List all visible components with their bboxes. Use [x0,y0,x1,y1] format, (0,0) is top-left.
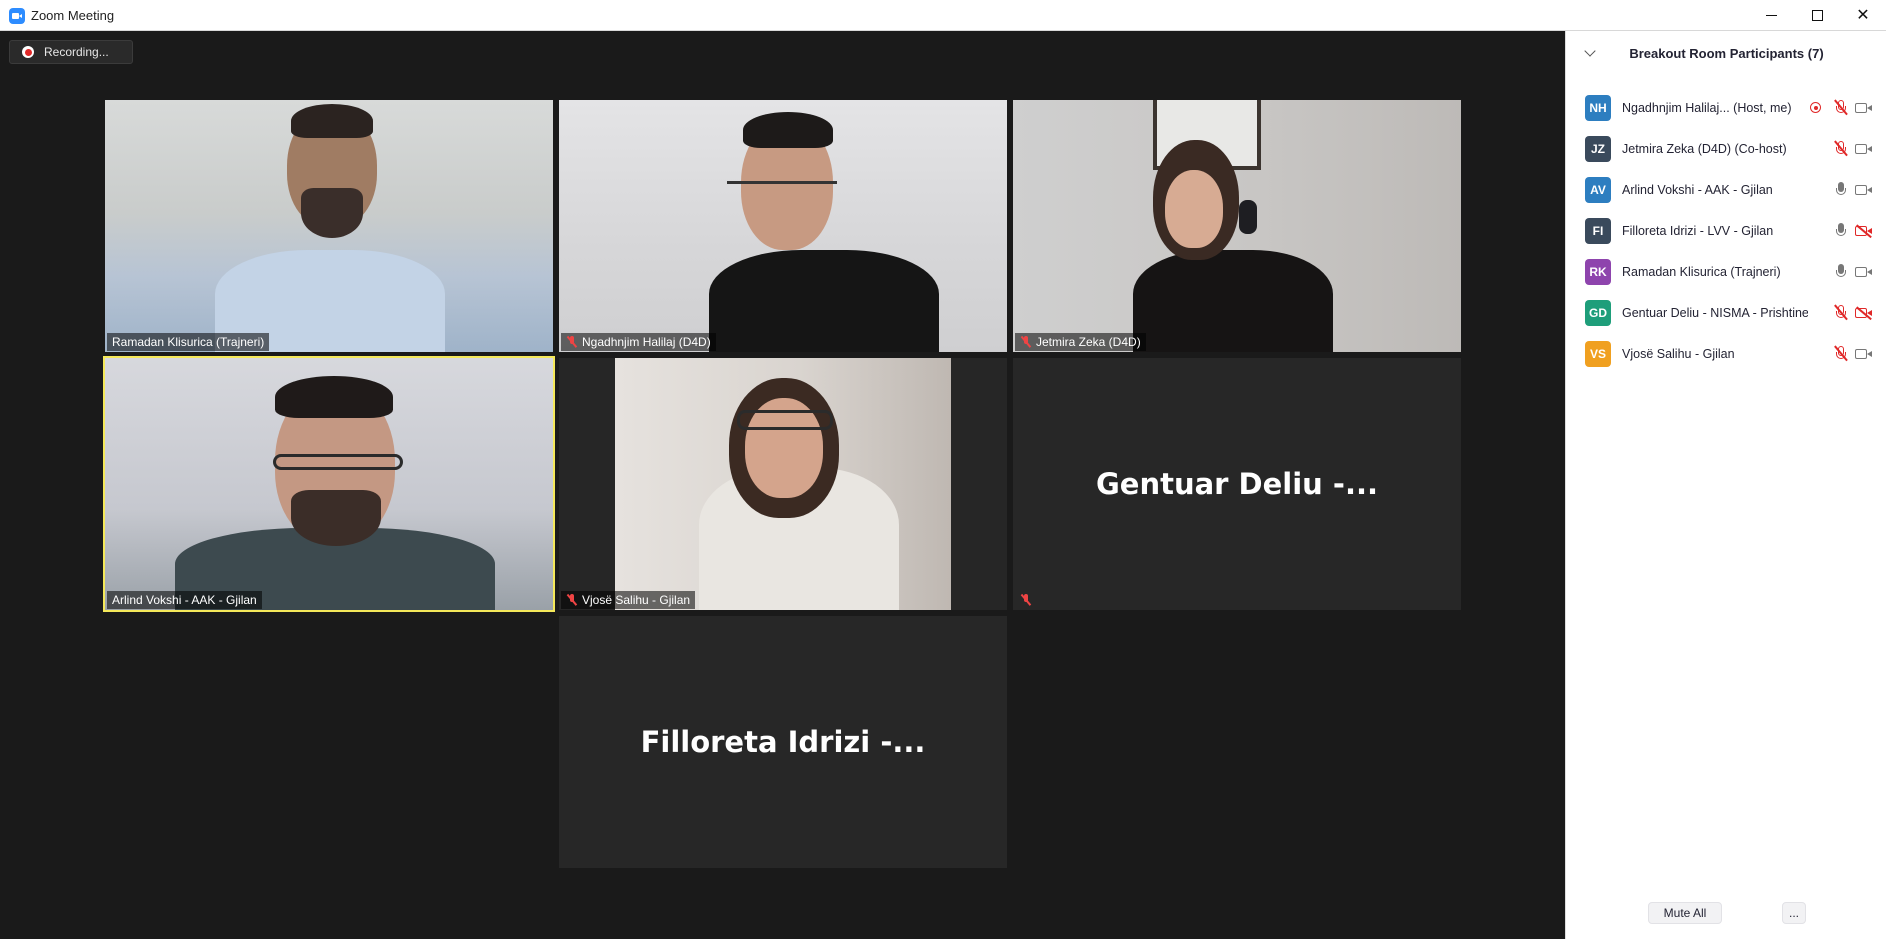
recording-label: Recording... [44,45,109,59]
participant-row[interactable]: AV Arlind Vokshi - AAK - Gjilan [1566,169,1886,210]
video-tile-ramadan[interactable]: Ramadan Klisurica (Trajneri) [105,100,553,352]
video-tile-gentuar[interactable]: Gentuar Deliu -... [1013,358,1461,610]
participant-name: Vjosë Salihu - Gjilan [1622,346,1735,361]
record-icon [22,46,34,58]
participant-display-name: Filloreta Idrizi -... [640,725,926,759]
participants-title: Breakout Room Participants (7) [1629,46,1824,61]
mute-all-button[interactable]: Mute All [1648,902,1722,924]
participant-name-tag: Arlind Vokshi - AAK - Gjilan [107,591,262,609]
close-button[interactable]: ✕ [1840,0,1886,30]
recording-indicator[interactable]: Recording... [9,40,133,64]
participant-name: Filloreta Idrizi - LVV - Gjilan [1622,223,1774,238]
camera-icon[interactable] [1855,184,1873,196]
mic-muted-icon[interactable] [1834,140,1848,157]
video-feed [105,358,553,610]
camera-icon[interactable] [1855,102,1873,114]
minimize-button[interactable] [1748,0,1794,30]
mic-icon[interactable] [1834,263,1848,280]
maximize-button[interactable] [1794,0,1840,30]
participant-row[interactable]: JZ Jetmira Zeka (D4D) (Co-host) [1566,128,1886,169]
mic-icon[interactable] [1834,181,1848,198]
participant-name-tag: Vjosë Salihu - Gjilan [561,591,696,609]
video-tile-jetmira[interactable]: Jetmira Zeka (D4D) [1013,100,1461,352]
mic-muted-icon [1020,594,1032,606]
avatar: NH [1585,94,1611,121]
more-options-button[interactable]: ... [1782,902,1806,924]
video-tile-ngadhnjim[interactable]: Ngadhnjim Halilaj (D4D) [559,100,1007,352]
participant-row[interactable]: FI Filloreta Idrizi - LVV - Gjilan [1566,210,1886,251]
mic-muted-icon [566,594,578,606]
participant-row[interactable]: VS Vjosë Salihu - Gjilan [1566,333,1886,374]
video-tile-arlind[interactable]: Arlind Vokshi - AAK - Gjilan [103,356,555,612]
minimize-icon [1765,14,1777,16]
recording-icon [1810,102,1821,113]
mic-icon[interactable] [1834,222,1848,239]
mic-muted-icon[interactable] [1834,345,1848,362]
participant-row[interactable]: GD Gentuar Deliu - NISMA - Prishtine [1566,292,1886,333]
avatar: JZ [1585,135,1611,162]
camera-icon[interactable] [1855,143,1873,155]
video-tile-filloreta[interactable]: Filloreta Idrizi -... [559,616,1007,868]
participant-name: Jetmira Zeka (D4D) (Co-host) [1622,141,1787,156]
video-tile-vjose[interactable]: Vjosë Salihu - Gjilan [559,358,1007,610]
video-feed [105,100,553,352]
participant-name-tag [1015,591,1037,609]
window-title: Zoom Meeting [31,8,115,23]
zoom-app-icon [9,8,25,24]
participant-name: Ngadhnjim Halilaj... (Host, me) [1622,100,1792,115]
video-stage: Recording... Ramadan Klisurica (Trajneri… [0,31,1565,939]
avatar: VS [1585,340,1611,367]
video-feed [1013,100,1461,352]
participant-row[interactable]: NH Ngadhnjim Halilaj... (Host, me) [1566,87,1886,128]
camera-off-icon[interactable] [1855,225,1873,237]
video-feed [559,358,1007,610]
avatar: FI [1585,217,1611,244]
participant-name: Arlind Vokshi - AAK - Gjilan [1622,182,1773,197]
participant-name: Ramadan Klisurica (Trajneri) [1622,264,1781,279]
participant-name-tag: Jetmira Zeka (D4D) [1015,333,1146,351]
participant-name-tag: Ngadhnjim Halilaj (D4D) [561,333,716,351]
camera-icon[interactable] [1855,266,1873,278]
participants-panel: Breakout Room Participants (7) NH Ngadhnj… [1565,31,1886,939]
title-bar: Zoom Meeting ✕ [0,0,1886,31]
avatar: RK [1585,258,1611,285]
avatar: GD [1585,299,1611,326]
mic-muted-icon[interactable] [1834,99,1848,116]
participant-display-name: Gentuar Deliu -... [1095,467,1379,501]
maximize-icon [1811,9,1823,21]
close-icon: ✕ [1856,7,1870,24]
participant-name: Gentuar Deliu - NISMA - Prishtine [1622,305,1808,320]
participants-header: Breakout Room Participants (7) [1566,31,1886,77]
avatar: AV [1585,176,1611,203]
mic-muted-icon [1020,336,1032,348]
camera-off-icon[interactable] [1855,307,1873,319]
participant-row[interactable]: RK Ramadan Klisurica (Trajneri) [1566,251,1886,292]
video-feed [559,100,1007,352]
camera-icon[interactable] [1855,348,1873,360]
mic-muted-icon[interactable] [1834,304,1848,321]
mic-muted-icon [566,336,578,348]
participant-name-tag: Ramadan Klisurica (Trajneri) [107,333,270,351]
